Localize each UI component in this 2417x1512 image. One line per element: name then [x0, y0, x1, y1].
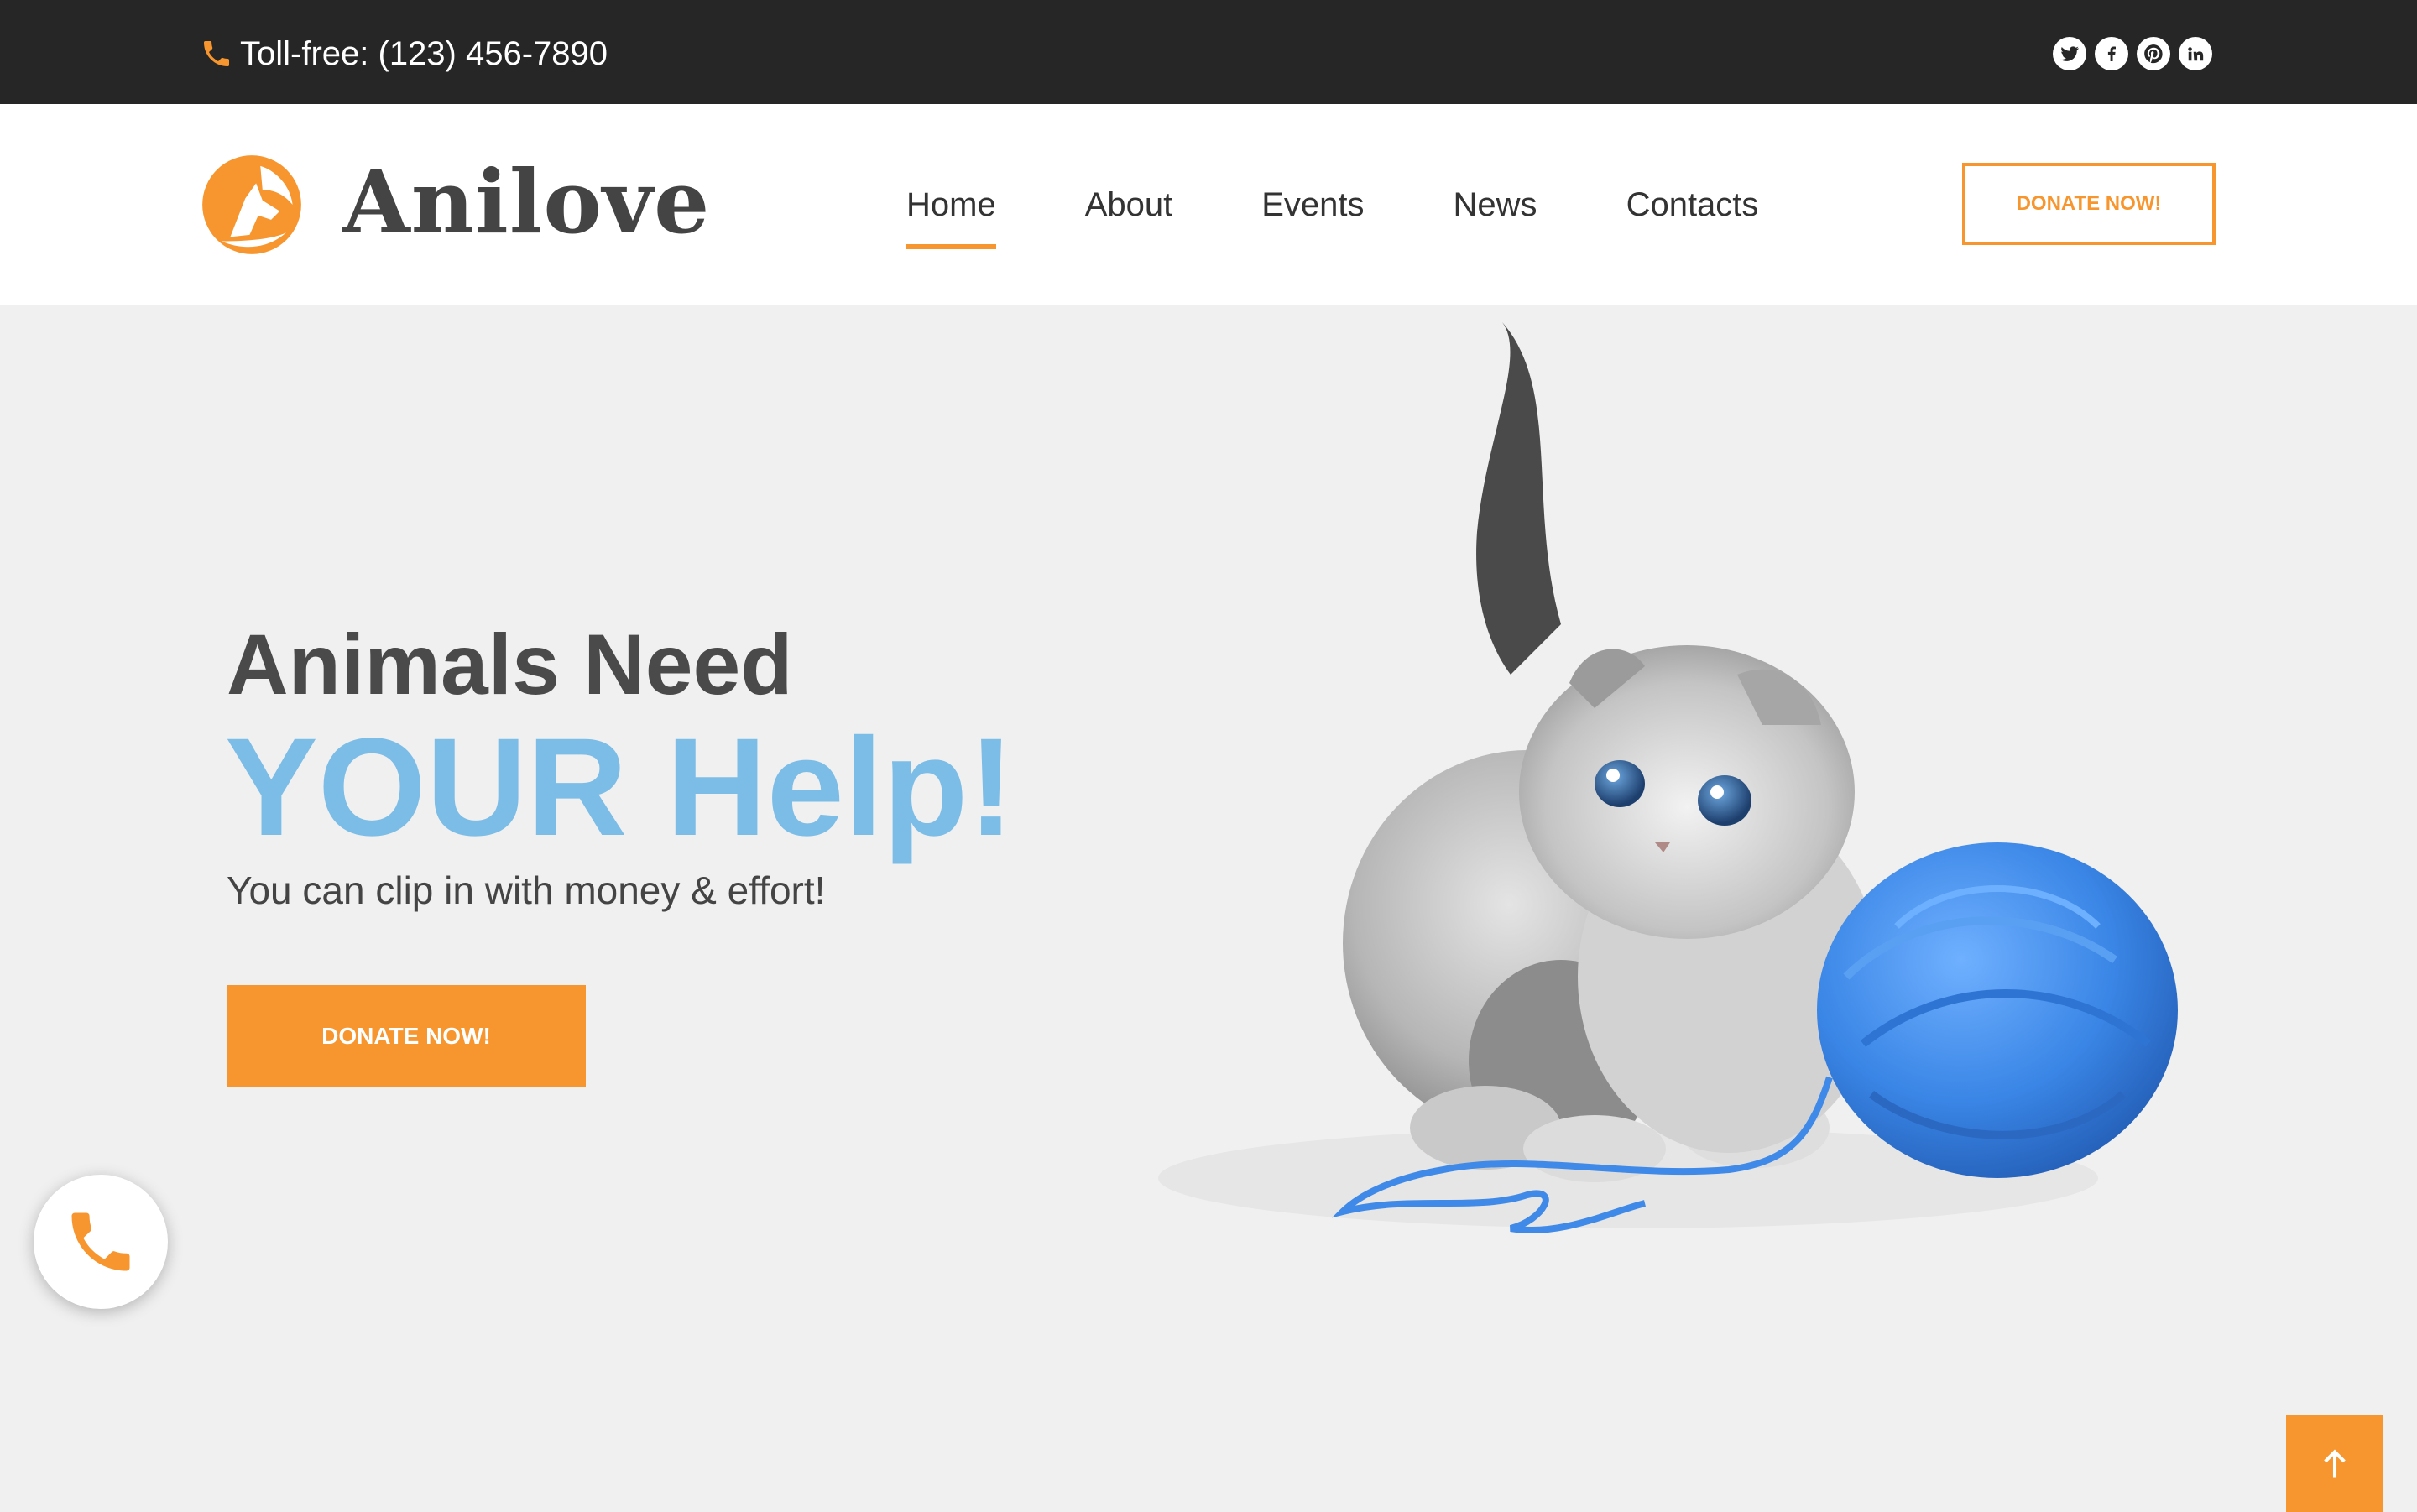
- nav-item-news[interactable]: News: [1454, 169, 1537, 249]
- scroll-to-top-button[interactable]: [2286, 1415, 2383, 1512]
- hero-section: Animals Need YOUR Help! You can clip in …: [0, 305, 2417, 1512]
- nav-item-about[interactable]: About: [1085, 169, 1173, 249]
- linkedin-icon[interactable]: [2179, 37, 2212, 70]
- twitter-icon[interactable]: [2053, 37, 2086, 70]
- top-bar: Toll-free: (123) 456-7890: [0, 0, 2417, 104]
- kitten-with-yarn-image: [1158, 322, 2178, 1234]
- floating-call-button[interactable]: [34, 1175, 168, 1309]
- hero-heading-line2: YOUR Help!: [225, 710, 1015, 865]
- site-header: Anilove Home About Events News Contacts …: [0, 104, 2417, 305]
- toll-free-text: Toll-free: (123) 456-7890: [240, 34, 608, 72]
- nav-item-events[interactable]: Events: [1261, 169, 1364, 249]
- pinterest-icon[interactable]: [2137, 37, 2170, 70]
- logo-icon[interactable]: [198, 151, 305, 258]
- hero-subtitle: You can clip in with money & effort!: [227, 868, 826, 912]
- toll-free-contact[interactable]: Toll-free: (123) 456-7890: [200, 30, 608, 77]
- social-links: [2053, 37, 2212, 70]
- phone-icon: [204, 41, 229, 66]
- nav-item-contacts[interactable]: Contacts: [1626, 169, 1759, 249]
- logo-text[interactable]: Anilove: [342, 154, 710, 250]
- arrow-up-icon: [2324, 1449, 2346, 1478]
- facebook-icon[interactable]: [2095, 37, 2128, 70]
- header-donate-button[interactable]: DONATE NOW!: [1962, 163, 2216, 245]
- main-nav: Home About Events News Contacts: [906, 169, 1847, 249]
- hero-donate-button[interactable]: DONATE NOW!: [227, 985, 586, 1087]
- hero-heading-line1: Animals Need: [227, 617, 793, 712]
- phone-icon: [71, 1212, 130, 1271]
- nav-item-home[interactable]: Home: [906, 169, 996, 249]
